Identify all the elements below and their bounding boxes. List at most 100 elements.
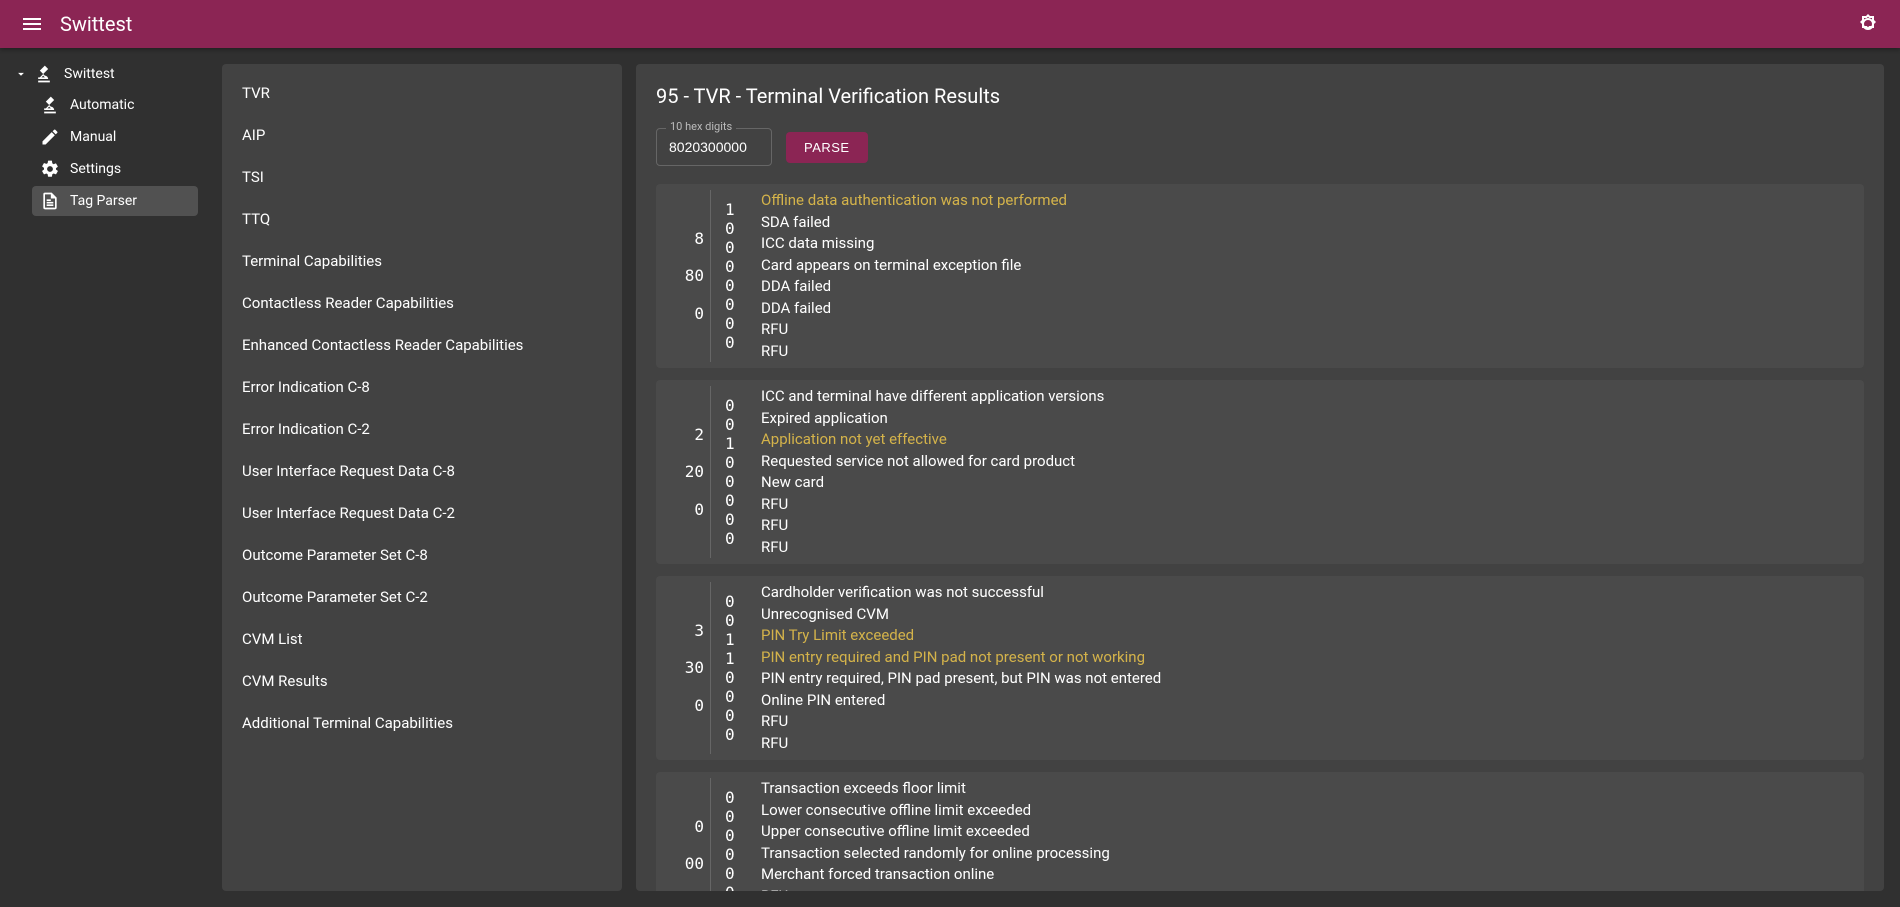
bit-value-column: 10000000 [710, 190, 761, 362]
byte-block: 880010000000Offline data authentication … [656, 184, 1864, 368]
bit-description: RFU [761, 515, 1864, 537]
byte-hex-column: 2200 [656, 386, 710, 558]
sidebar-item-label: Manual [70, 129, 116, 145]
tree-root[interactable]: Swittest [8, 60, 198, 88]
bit-description: PIN Try Limit exceeded [761, 625, 1864, 647]
bit-value: 0 [725, 826, 743, 845]
bit-value: 0 [725, 472, 743, 491]
bit-value: 0 [725, 276, 743, 295]
bit-desc-column: Offline data authentication was not perf… [761, 190, 1864, 362]
tag-item[interactable]: Error Indication C-8 [222, 366, 622, 408]
sidebar-item-label: Automatic [70, 97, 134, 113]
bit-description: RFU [761, 319, 1864, 341]
tag-item[interactable]: Enhanced Contactless Reader Capabilities [222, 324, 622, 366]
bit-description: Expired application [761, 408, 1864, 430]
tag-item[interactable]: User Interface Request Data C-2 [222, 492, 622, 534]
bit-desc-column: Cardholder verification was not successf… [761, 582, 1864, 754]
hex-digit: 80 [685, 266, 704, 285]
bit-description: RFU [761, 733, 1864, 755]
tag-item[interactable]: User Interface Request Data C-8 [222, 450, 622, 492]
hex-digit: 0 [694, 696, 704, 715]
bit-description: Cardholder verification was not successf… [761, 582, 1864, 604]
bit-desc-column: ICC and terminal have different applicat… [761, 386, 1864, 558]
bit-description: PIN entry required, PIN pad present, but… [761, 668, 1864, 690]
tag-item[interactable]: AIP [222, 114, 622, 156]
bit-value: 0 [725, 807, 743, 826]
tag-item[interactable]: CVM Results [222, 660, 622, 702]
tag-item[interactable]: TVR [222, 72, 622, 114]
bit-description: New card [761, 472, 1864, 494]
detail-title: 95 - TVR - Terminal Verification Results [656, 84, 1864, 108]
bit-value: 0 [725, 845, 743, 864]
tag-item[interactable]: Outcome Parameter Set C-8 [222, 534, 622, 576]
bit-value: 0 [725, 592, 743, 611]
bit-value: 0 [725, 491, 743, 510]
tag-item[interactable]: CVM List [222, 618, 622, 660]
microscope-icon [34, 64, 54, 84]
byte-hex-column: 3300 [656, 582, 710, 754]
bit-description: Online PIN entered [761, 690, 1864, 712]
parse-button[interactable]: PARSE [786, 132, 868, 163]
tag-item[interactable]: TTQ [222, 198, 622, 240]
bit-value: 0 [725, 295, 743, 314]
app-title: Swittest [60, 12, 132, 36]
settings-button[interactable] [1848, 4, 1888, 44]
sidebar-item-tag-parser[interactable]: Tag Parser [32, 186, 198, 216]
chevron-down-icon [14, 67, 28, 81]
tag-item[interactable]: Terminal Capabilities [222, 240, 622, 282]
bit-value: 0 [725, 687, 743, 706]
tag-item[interactable]: Additional Terminal Capabilities [222, 702, 622, 744]
byte-hex-column: 8800 [656, 190, 710, 362]
bit-description: Transaction exceeds floor limit [761, 778, 1864, 800]
byte-block: 000000000000Transaction exceeds floor li… [656, 772, 1864, 891]
bit-value-column: 00110000 [710, 582, 761, 754]
bit-value: 0 [725, 864, 743, 883]
bit-description: Upper consecutive offline limit exceeded [761, 821, 1864, 843]
sidebar-item-manual[interactable]: Manual [32, 122, 198, 152]
bit-description: Merchant forced transaction online [761, 864, 1864, 886]
byte-block: 330000110000Cardholder verification was … [656, 576, 1864, 760]
sidebar: Swittest Automatic Manual Settings Tag Pars… [0, 48, 206, 907]
bit-description: RFU [761, 537, 1864, 559]
tag-item[interactable]: Contactless Reader Capabilities [222, 282, 622, 324]
hex-digit: 00 [685, 854, 704, 873]
tag-item[interactable]: Outcome Parameter Set C-2 [222, 576, 622, 618]
bit-value: 1 [725, 649, 743, 668]
bit-description: DDA failed [761, 276, 1864, 298]
sidebar-item-automatic[interactable]: Automatic [32, 90, 198, 120]
bit-description: Transaction selected randomly for online… [761, 843, 1864, 865]
bit-description: Offline data authentication was not perf… [761, 190, 1864, 212]
tag-item[interactable]: Error Indication C-2 [222, 408, 622, 450]
bit-description: RFU [761, 341, 1864, 363]
hex-input[interactable] [656, 128, 772, 166]
sidebar-item-label: Settings [70, 161, 121, 177]
tag-item[interactable]: TSI [222, 156, 622, 198]
bit-value: 0 [725, 788, 743, 807]
bit-value: 0 [725, 453, 743, 472]
bit-value: 0 [725, 510, 743, 529]
bit-description: SDA failed [761, 212, 1864, 234]
brightness-icon [1856, 12, 1880, 36]
tags-panel: TVRAIPTSITTQTerminal CapabilitiesContact… [222, 64, 622, 891]
tree-root-label: Swittest [64, 66, 115, 82]
bit-value: 0 [725, 668, 743, 687]
menu-button[interactable] [12, 4, 52, 44]
hex-digit: 3 [694, 621, 704, 640]
bit-description: Unrecognised CVM [761, 604, 1864, 626]
pencil-icon [40, 127, 60, 147]
bit-value-column: 00000000 [710, 778, 761, 891]
bit-description: Lower consecutive offline limit exceeded [761, 800, 1864, 822]
bit-value: 0 [725, 611, 743, 630]
bit-desc-column: Transaction exceeds floor limitLower con… [761, 778, 1864, 891]
sidebar-item-settings[interactable]: Settings [32, 154, 198, 184]
bit-description: DDA failed [761, 298, 1864, 320]
bit-value: 0 [725, 725, 743, 744]
bit-value-column: 00100000 [710, 386, 761, 558]
detail-panel: 95 - TVR - Terminal Verification Results… [636, 64, 1884, 891]
bit-description: Application not yet effective [761, 429, 1864, 451]
hex-digit: 0 [694, 817, 704, 836]
sidebar-item-label: Tag Parser [70, 193, 137, 209]
bit-value: 0 [725, 415, 743, 434]
microscope-icon [40, 95, 60, 115]
hex-digit: 2 [694, 425, 704, 444]
